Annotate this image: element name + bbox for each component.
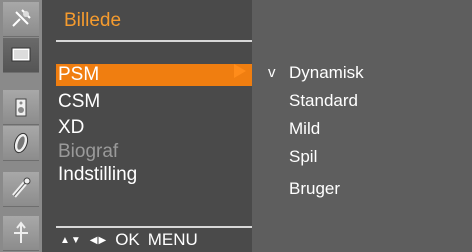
nav-leftright-icon: ◀▶ bbox=[89, 234, 108, 246]
submenu-arrow-icon bbox=[234, 64, 246, 78]
menu-item-indstilling[interactable]: Indstilling bbox=[56, 164, 252, 186]
ok-hint: OK bbox=[115, 230, 140, 249]
footer-hints: ▲▼ ◀▶ OK MENU bbox=[60, 230, 198, 250]
menu-item-biograf: Biograf bbox=[58, 141, 119, 162]
menu-item-xd[interactable]: XD bbox=[56, 117, 252, 139]
time-icon[interactable] bbox=[3, 126, 39, 161]
menu-title: Billede bbox=[64, 10, 122, 31]
option-standard[interactable]: Standard bbox=[289, 90, 358, 112]
menu-hint: MENU bbox=[147, 230, 198, 249]
checkmark-icon: v bbox=[268, 64, 276, 81]
picture-icon[interactable] bbox=[3, 38, 39, 73]
nav-updown-icon: ▲▼ bbox=[60, 234, 82, 246]
sound-icon[interactable] bbox=[3, 90, 39, 125]
menu-item-psm[interactable]: PSM bbox=[56, 64, 252, 86]
satellite-icon[interactable] bbox=[3, 2, 39, 37]
settings-icon[interactable] bbox=[3, 172, 39, 207]
menu-item-csm[interactable]: CSM bbox=[56, 91, 252, 113]
title-divider bbox=[56, 40, 252, 42]
option-mild[interactable]: Mild bbox=[289, 118, 320, 140]
sidebar bbox=[0, 0, 42, 252]
submenu-panel bbox=[252, 0, 472, 252]
input-icon[interactable] bbox=[3, 216, 39, 251]
option-bruger[interactable]: Bruger bbox=[289, 178, 340, 200]
option-dynamisk[interactable]: Dynamisk bbox=[289, 62, 364, 84]
option-spil[interactable]: Spil bbox=[289, 146, 317, 168]
footer-divider bbox=[56, 226, 252, 228]
